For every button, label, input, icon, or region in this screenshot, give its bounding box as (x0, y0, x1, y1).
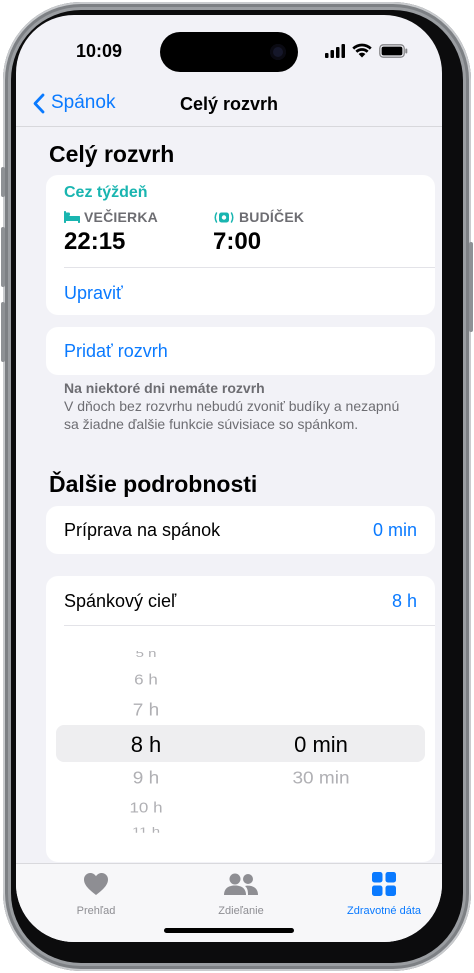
picker-minute-item[interactable]: 30 min (256, 769, 386, 789)
tab-sharing[interactable]: Zdieľanie (181, 872, 301, 917)
grid-icon (372, 872, 396, 896)
phone-frame: 10:09 Spánok Celý rozvrh Celý rozvrh Cez… (1, 2, 473, 971)
divider (64, 267, 435, 268)
picker-hour-item[interactable]: 6 h (86, 672, 206, 689)
sleep-goal-label: Spánkový cieľ (64, 591, 177, 611)
bed-icon (64, 211, 80, 223)
sleep-goal-picker[interactable]: 5 h 6 h 7 h 8 h 9 h 10 h 11 h 0 min 30 m… (46, 636, 435, 856)
tab-label: Zdieľanie (218, 905, 264, 917)
people-icon (224, 873, 258, 895)
picker-hour-item[interactable]: 5 h (86, 651, 206, 657)
details-section-title: Ďalšie podrobnosti (49, 471, 258, 497)
wind-down-row[interactable]: Príprava na spánok 0 min (46, 506, 435, 554)
no-schedule-note: Na niektoré dni nemáte rozvrh V dňoch be… (64, 379, 404, 433)
picker-hour-item[interactable]: 7 h (86, 701, 206, 721)
signal-icon (325, 43, 345, 58)
bedtime-label: VEČIERKA (84, 209, 158, 225)
schedule-period: Cez týždeň (64, 184, 148, 201)
note-title: Na niektoré dni nemáte rozvrh (64, 380, 265, 396)
status-time: 10:09 (76, 41, 123, 61)
bedtime-value: 22:15 (64, 228, 126, 255)
note-text: V dňoch bez rozvrhu nebudú zvoniť budíky… (64, 398, 400, 432)
power-button (469, 242, 473, 332)
wifi-icon (352, 43, 372, 58)
alarm-icon (214, 211, 234, 223)
volume-up-button (1, 227, 5, 287)
heart-icon (84, 873, 108, 895)
page-title: Celý rozvrh (179, 94, 279, 114)
wind-down-value[interactable]: 0 min (373, 520, 417, 541)
tab-health-data[interactable]: Zdravotné dáta (324, 872, 442, 917)
wakeup-column: BUDÍČEK 7:00 (213, 209, 304, 256)
navigation-bar: Spánok Celý rozvrh (16, 83, 442, 127)
camera-icon (270, 44, 286, 60)
schedule-card: Cez týždeň VEČIERKA 22:15 BUDÍČEK 7:00 U… (46, 175, 435, 315)
picker-hour-selected[interactable]: 8 h (86, 732, 206, 758)
tab-label: Prehľad (76, 905, 116, 917)
wind-down-label: Príprava na spánok (64, 520, 221, 540)
schedule-section-title: Celý rozvrh (49, 141, 175, 167)
battery-icon (379, 43, 408, 58)
picker-hour-item[interactable]: 9 h (86, 769, 206, 789)
sleep-goal-card: Spánkový cieľ 8 h 5 h 6 h 7 h 8 h 9 h 10… (46, 576, 435, 862)
tab-label: Zdravotné dáta (347, 905, 421, 917)
picker-hour-item[interactable]: 10 h (86, 800, 206, 817)
status-icons (325, 43, 408, 58)
divider (64, 625, 435, 626)
add-schedule-card[interactable]: Pridať rozvrh (46, 327, 435, 375)
screen: 10:09 Spánok Celý rozvrh Celý rozvrh Cez… (16, 15, 442, 942)
action-button (1, 167, 5, 197)
add-schedule-button[interactable]: Pridať rozvrh (64, 341, 168, 362)
bedtime-column: VEČIERKA 22:15 (64, 209, 158, 256)
wakeup-label: BUDÍČEK (239, 209, 305, 225)
volume-down-button (1, 302, 5, 362)
tab-summary[interactable]: Prehľad (36, 872, 156, 917)
wakeup-value: 7:00 (213, 228, 262, 255)
edit-schedule-button[interactable]: Upraviť (64, 283, 123, 304)
picker-minute-selected[interactable]: 0 min (256, 732, 386, 758)
dynamic-island (160, 32, 298, 72)
sleep-goal-value[interactable]: 8 h (392, 591, 417, 612)
home-indicator (164, 928, 294, 933)
picker-hour-item[interactable]: 11 h (86, 825, 206, 833)
